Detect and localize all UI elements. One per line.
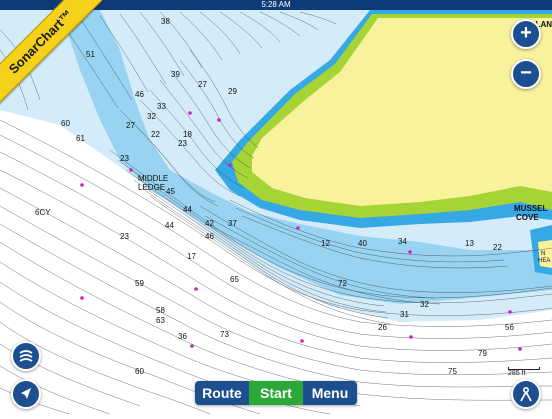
depth-label: 37 [228, 219, 237, 228]
map-scale: 285 ft [508, 367, 540, 377]
depth-label: 61 [76, 134, 85, 143]
depth-label: 17 [187, 252, 196, 261]
depth-label: 39 [171, 70, 180, 79]
depth-label: 45 [166, 187, 175, 196]
navigation-arrow-icon [21, 388, 31, 399]
depth-label: 34 [398, 237, 407, 246]
depth-label: 32 [147, 112, 156, 121]
depth-label: 79 [478, 349, 487, 358]
depth-label: 26 [378, 323, 387, 332]
depth-label: 23 [178, 139, 187, 148]
depth-label: 22 [493, 243, 502, 252]
depth-label: 44 [183, 205, 192, 214]
plus-icon: + [520, 22, 532, 44]
depth-label: 18 [183, 130, 192, 139]
depth-label: 42 [205, 219, 214, 228]
depth-label: 32 [420, 300, 429, 309]
sonar-waves-icon [19, 350, 33, 362]
zoom-in-button[interactable]: + [511, 19, 541, 49]
depth-label: 60 [61, 119, 70, 128]
depth-label: 56 [505, 323, 514, 332]
depth-label: 59 [135, 279, 144, 288]
route-button[interactable]: Route [195, 381, 249, 405]
depth-label: 33 [157, 102, 166, 111]
depth-label: 72 [338, 279, 347, 288]
depth-label: 23 [120, 154, 129, 163]
depth-label: 63 [156, 316, 165, 325]
depth-label: 36 [178, 332, 187, 341]
bottom-toolbar: Route Start Menu [195, 381, 357, 405]
status-time: 5:28 AM [261, 0, 291, 9]
compass-button[interactable] [511, 379, 541, 409]
depth-label: 44 [165, 221, 174, 230]
depth-label: 27 [126, 121, 135, 130]
place-name-n: N [541, 251, 545, 257]
nautical-map[interactable]: 38 51 39 27 46 29 33 32 22 27 18 23 23 M… [0, 10, 552, 414]
depth-label: LEDGE [138, 183, 165, 192]
depth-label: 13 [465, 239, 474, 248]
zoom-out-button[interactable]: − [511, 59, 541, 89]
place-name-mussel: MUSSEL [514, 204, 547, 213]
minus-icon: − [520, 62, 532, 84]
depth-label: 6CY [35, 208, 51, 217]
depth-label: 51 [86, 50, 95, 59]
location-button[interactable] [11, 379, 41, 409]
depth-label: 22 [151, 130, 160, 139]
depth-label: 38 [161, 17, 170, 26]
depth-label: 23 [120, 232, 129, 241]
start-button[interactable]: Start [249, 381, 303, 405]
depth-label: 73 [220, 330, 229, 339]
compass-icon [520, 387, 532, 402]
depth-label: 46 [135, 90, 144, 99]
menu-button[interactable]: Menu [303, 381, 357, 405]
depth-label: 75 [448, 367, 457, 376]
depth-label: 27 [198, 80, 207, 89]
depth-label: 29 [228, 87, 237, 96]
depth-label: 12 [321, 239, 330, 248]
depth-label: 31 [400, 310, 409, 319]
depth-label: 58 [156, 306, 165, 315]
depth-label: 46 [205, 232, 214, 241]
sonar-layers-button[interactable] [11, 341, 41, 371]
depth-label: 40 [358, 239, 367, 248]
depth-label: MIDDLE [138, 174, 168, 183]
depth-label: 60 [135, 367, 144, 376]
depth-label: 65 [230, 275, 239, 284]
place-name-hea: HEA [538, 258, 550, 264]
scale-label: 285 ft [508, 370, 526, 377]
place-name-cove: COVE [516, 213, 539, 222]
